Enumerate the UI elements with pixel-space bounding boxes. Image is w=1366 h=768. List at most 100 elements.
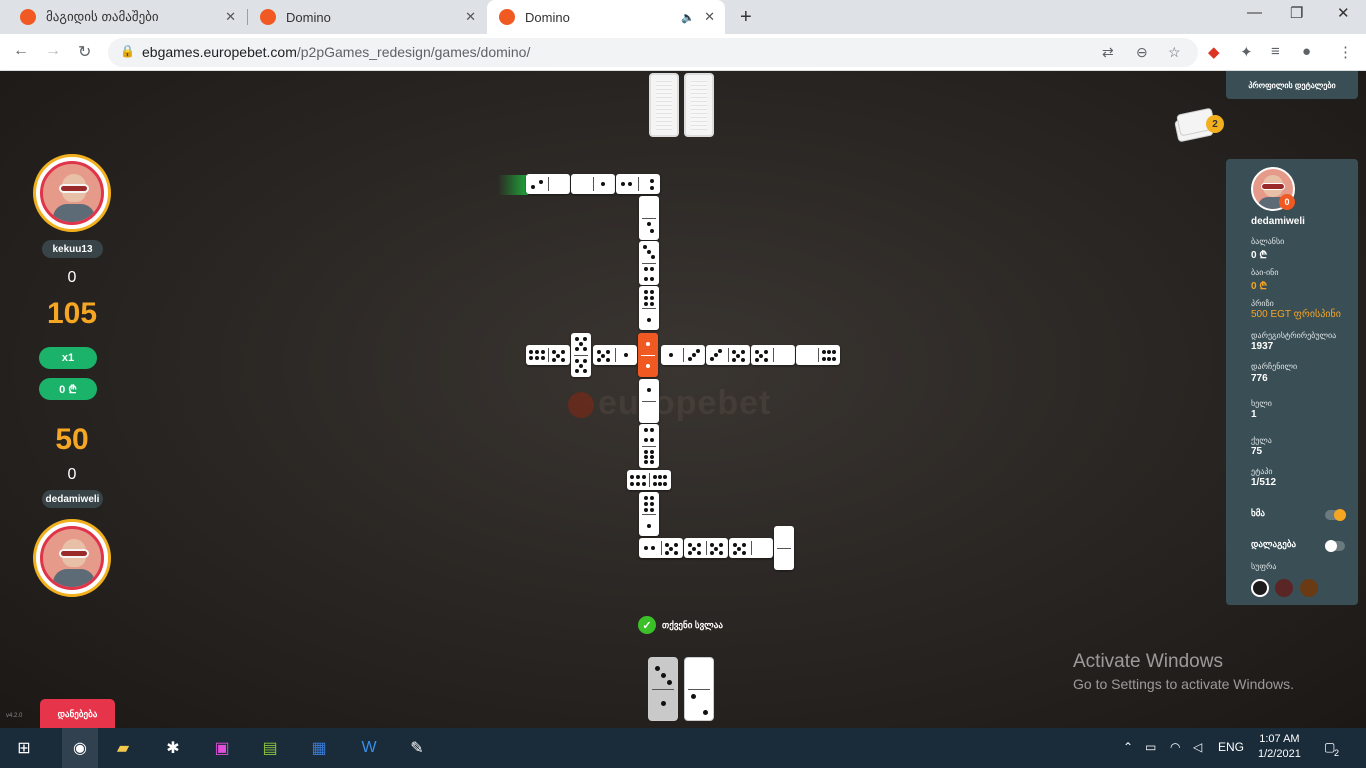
bottom-player-points: 50 [55, 423, 89, 456]
domino-tile [639, 492, 659, 536]
url-text[interactable]: ebgames.europebet.com/p2pGames_redesign/… [142, 44, 530, 60]
reload-icon[interactable]: ↻ [78, 42, 91, 62]
start-icon[interactable]: ⊞ [12, 736, 36, 760]
chrome-taskbar-icon[interactable]: ◉ [62, 728, 98, 768]
turn-text: თქვენი სვლაა [662, 619, 723, 630]
media-icon[interactable]: ≡ [1271, 43, 1280, 60]
boneyard-deck[interactable]: 2 [1174, 105, 1224, 145]
points-value: 75 [1251, 446, 1263, 457]
domino-tile [639, 241, 659, 285]
tray-chevron-icon[interactable]: ⌃ [1123, 740, 1133, 754]
calendar-app-icon[interactable]: ▦ [307, 736, 331, 760]
arrange-label: დალაგება [1251, 539, 1297, 549]
close-tab-icon[interactable]: ✕ [465, 9, 476, 25]
hand-domino-tile[interactable] [648, 657, 678, 721]
notepad-icon[interactable]: ▤ [258, 736, 282, 760]
forward-icon[interactable]: → [45, 42, 61, 60]
europebet-favicon [260, 9, 276, 25]
domino-tile [796, 345, 840, 365]
domino-tile [639, 379, 659, 423]
registered-value: 1937 [1251, 341, 1274, 352]
profile-icon[interactable]: ● [1302, 43, 1311, 60]
domino-tile [571, 174, 615, 194]
sound-toggle[interactable] [1325, 509, 1346, 521]
back-icon[interactable]: ← [13, 42, 29, 60]
tab-title: მაგიდის თამაშები [46, 9, 159, 24]
opponent-tile [684, 73, 714, 137]
domino-tile [526, 345, 570, 365]
wps-icon[interactable]: W [357, 736, 381, 760]
europebet-favicon [20, 9, 36, 25]
address-bar[interactable]: 🔒 ebgames.europebet.com/p2pGames_redesig… [108, 38, 1198, 67]
volume-icon[interactable]: ◁ [1193, 740, 1202, 754]
stage-label: ეტაპი [1251, 467, 1273, 476]
close-window-icon[interactable]: ✕ [1337, 4, 1350, 22]
hand-domino-tile[interactable] [684, 657, 714, 721]
last-move-highlight [498, 175, 528, 195]
domino-tile [593, 345, 637, 365]
balance-value: 0 ₾ [1251, 250, 1268, 261]
domino-tile [616, 174, 660, 194]
intellij-icon[interactable]: ▣ [210, 736, 234, 760]
domino-tile [706, 345, 750, 365]
points-label: ქულა [1251, 436, 1272, 445]
minimize-icon[interactable]: — [1247, 4, 1262, 21]
maximize-icon[interactable]: ❐ [1290, 4, 1303, 22]
top-player-avatar [33, 154, 111, 232]
check-icon: ✓ [638, 616, 656, 634]
close-tab-icon[interactable]: ✕ [704, 9, 715, 25]
battery-icon[interactable]: ▭ [1145, 740, 1156, 754]
activate-windows-notice: Activate Windows Go to Settings to activ… [1073, 651, 1294, 692]
domino-tile [639, 424, 659, 468]
game-board: kekuu13 0 105 x1 0 ₾ 50 0 dedamiweli eur… [0, 71, 1366, 728]
bet-badge: 0 ₾ [39, 378, 97, 400]
version-label: v4.2.0 [6, 713, 23, 719]
domino-tile [639, 538, 683, 558]
bottom-player-score: 0 [67, 466, 77, 483]
new-tab-icon[interactable]: + [740, 6, 752, 29]
close-tab-icon[interactable]: ✕ [225, 9, 236, 25]
browser-toolbar: ← → ↻ 🔒 ebgames.europebet.com/p2pGames_r… [0, 34, 1366, 71]
table-color-black[interactable] [1251, 579, 1269, 597]
clock-date: 1/2/2021 [1258, 748, 1301, 760]
registered-label: დარეგისტრირებულია [1251, 331, 1337, 340]
profile-details-button[interactable]: პროფილის დეტალები [1226, 71, 1358, 99]
hand-label: ხელი [1251, 399, 1272, 408]
browser-tab-domino-active[interactable]: Domino 🔈 ✕ [487, 0, 725, 34]
file-explorer-icon[interactable]: ▰ [111, 736, 135, 760]
browser-tab-table-games[interactable]: მაგიდის თამაშები ✕ [8, 0, 246, 34]
domino-tile [627, 470, 671, 490]
buyin-label: ბაი-ინი [1251, 268, 1279, 277]
browser-tab-domino-1[interactable]: Domino ✕ [248, 0, 486, 34]
surrender-button[interactable]: დანებება [40, 699, 115, 728]
remaining-label: დარჩენილი [1251, 362, 1298, 371]
translate-icon[interactable]: ⇄ [1102, 44, 1114, 61]
domino-tile [774, 526, 794, 570]
paint-icon[interactable]: ✎ [405, 736, 429, 760]
table-color-red[interactable] [1275, 579, 1293, 597]
language-indicator[interactable]: ENG [1218, 740, 1244, 754]
slack-icon[interactable]: ✱ [161, 736, 185, 760]
zoom-icon[interactable]: ⊖ [1136, 44, 1148, 61]
bookmark-star-icon[interactable]: ☆ [1168, 44, 1181, 61]
menu-icon[interactable]: ⋮ [1338, 43, 1353, 61]
panel-badge: 0 [1279, 194, 1295, 210]
deck-count: 2 [1206, 115, 1224, 133]
sound-label: ხმა [1251, 508, 1265, 518]
lock-icon: 🔒 [120, 44, 135, 58]
speaker-icon[interactable]: 🔈 [681, 11, 695, 24]
panel-username: dedamiweli [1251, 216, 1305, 227]
extension-icon[interactable]: ◆ [1208, 43, 1220, 61]
wifi-icon[interactable]: ◠ [1170, 740, 1180, 754]
turn-indicator: ✓ თქვენი სვლაა [638, 616, 723, 634]
table-color-brown[interactable] [1300, 579, 1318, 597]
puzzle-icon[interactable]: ✦ [1240, 43, 1253, 61]
system-clock[interactable]: 1:07 AM 1/2/2021 [1258, 732, 1301, 762]
notification-count: 2 [1334, 748, 1340, 758]
top-player-name: kekuu13 [42, 240, 103, 258]
europebet-watermark: europebet [598, 384, 772, 422]
opponent-tile [649, 73, 679, 137]
prize-value: 500 EGT ფრისპინი [1251, 309, 1341, 320]
activate-subtitle: Go to Settings to activate Windows. [1073, 676, 1294, 692]
arrange-toggle[interactable] [1325, 540, 1345, 552]
